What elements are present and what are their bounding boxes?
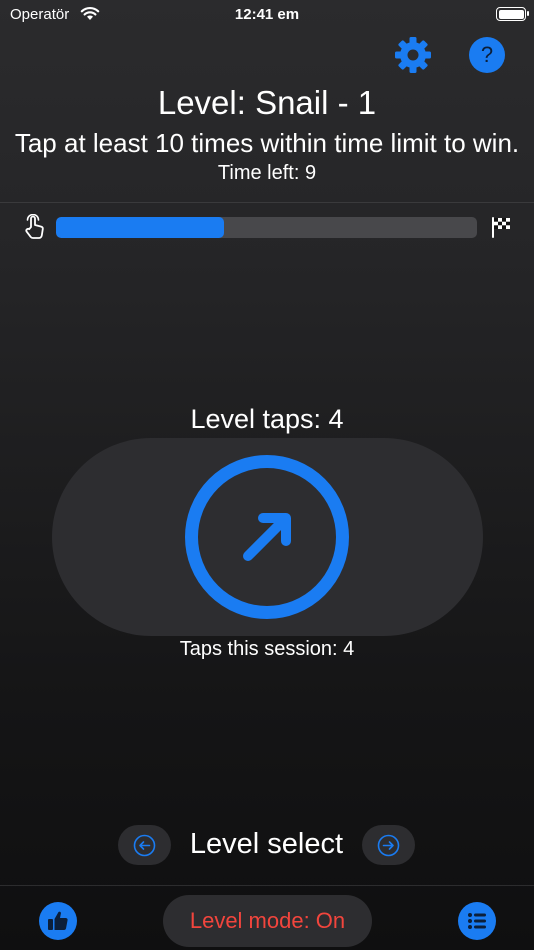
help-button[interactable]: ? [469,37,505,73]
thumbs-up-icon [48,911,68,930]
like-button[interactable] [39,902,77,940]
level-instruction: Tap at least 10 times within time limit … [14,128,520,158]
gear-icon [395,37,431,73]
tap-button[interactable] [185,455,349,619]
settings-button[interactable] [394,36,432,74]
next-level-button[interactable] [362,825,415,865]
arrow-left-circle-icon [133,834,156,857]
level-mode-toggle[interactable]: Level mode: On [163,895,372,947]
session-taps-label: Taps this session: 4 [179,638,355,660]
battery-icon [496,7,529,21]
arrow-up-right-icon [243,513,291,561]
tap-hand-icon [25,214,44,239]
arrow-right-circle-icon [377,834,400,857]
previous-level-button[interactable] [118,825,171,865]
progress-fill [56,217,225,238]
level-select-label: Level select [189,828,344,860]
header-divider [0,202,534,203]
page-title: Level: Snail - 1 [157,84,377,121]
time-left-label: Time left: 9 [217,162,317,184]
status-bar: Operatör 12:41 em [0,0,534,30]
level-progress-bar [56,217,477,238]
question-icon: ? [480,42,494,67]
footer-divider [0,885,534,886]
level-taps-label: Level taps: 4 [190,404,344,434]
checkered-flag-icon [492,217,510,238]
level-list-button[interactable] [458,902,496,940]
list-icon [468,913,486,929]
status-time: 12:41 em [234,6,300,23]
